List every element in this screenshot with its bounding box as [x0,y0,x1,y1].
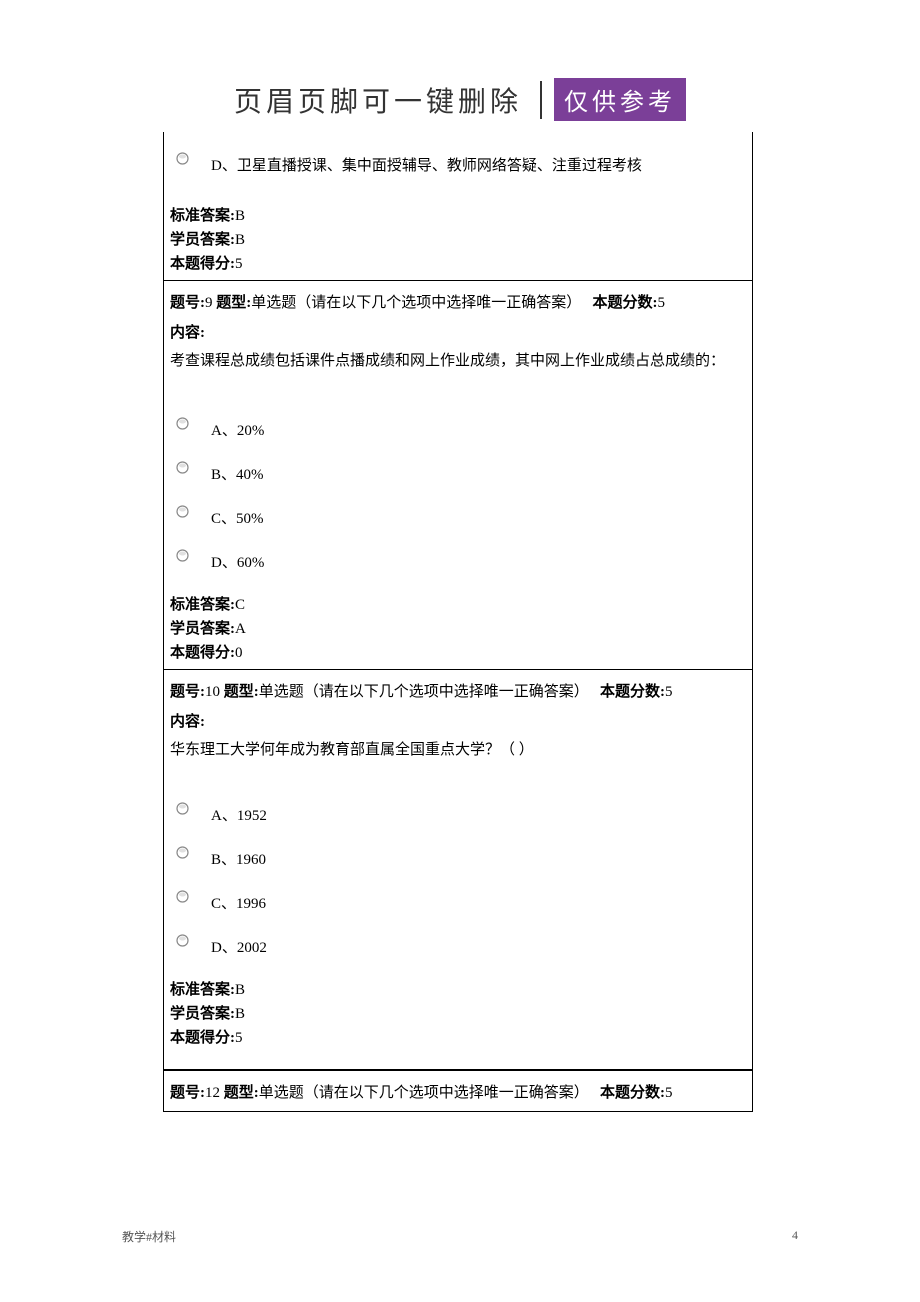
page-number: 4 [792,1228,798,1243]
q10-content-label: 内容: [168,706,748,736]
radio-icon[interactable] [176,846,189,859]
radio-icon[interactable] [176,934,189,947]
stu-answer-value: B [235,232,245,248]
q10-pts: 5 [665,684,673,700]
question-9: 题号:9 题型:单选题（请在以下几个选项中选择唯一正确答案） 本题分数:5 内容… [163,280,753,669]
question-12-partial: 题号:12 题型:单选题（请在以下几个选项中选择唯一正确答案） 本题分数:5 [163,1070,753,1112]
score-line: 本题得分:5 [168,252,748,276]
q9-std-val: C [235,597,245,613]
option-d-row: D、卫星直播授课、集中面授辅导、教师网络答疑、注重过程考核 [168,142,748,186]
q9-content: 考查课程总成绩包括课件点播成绩和网上作业成绩，其中网上作业成绩占总成绩的： [168,347,748,379]
q12-type-text: 单选题（请在以下几个选项中选择唯一正确答案） [259,1085,589,1101]
q10-type-text: 单选题（请在以下几个选项中选择唯一正确答案） [259,684,589,700]
q12-num: 12 [205,1085,220,1101]
q10-std-label: 标准答案: [170,982,235,998]
question-8-partial: D、卫星直播授课、集中面授辅导、教师网络答疑、注重过程考核 标准答案:B 学员答… [163,132,753,280]
radio-icon[interactable] [176,802,189,815]
q10-score-line: 本题得分:5 [168,1026,748,1050]
standard-answer-line: 标准答案:B [168,204,748,228]
spacer-row [163,1054,753,1070]
q10-num-label: 题号: [170,684,205,700]
footer-text: 教学#材料 [122,1228,176,1245]
question-12-header: 题号:12 题型:单选题（请在以下几个选项中选择唯一正确答案） 本题分数:5 [168,1077,748,1107]
q9-option-c-row: C、50% [168,495,748,539]
radio-icon[interactable] [176,461,189,474]
question-10-header: 题号:10 题型:单选题（请在以下几个选项中选择唯一正确答案） 本题分数:5 [168,676,748,706]
score-value: 5 [235,256,243,272]
q12-pts-label: 本题分数: [600,1085,665,1101]
q12-pts: 5 [665,1085,673,1101]
radio-icon[interactable] [176,417,189,430]
header-divider [540,81,542,119]
q10-score-val: 5 [235,1030,243,1046]
score-label: 本题得分: [170,256,235,272]
option-d-text: D、卫星直播授课、集中面授辅导、教师网络答疑、注重过程考核 [211,154,642,178]
radio-icon[interactable] [176,152,189,165]
q12-type-label: 题型: [224,1085,259,1101]
q9-score-label: 本题得分: [170,645,235,661]
radio-icon[interactable] [176,505,189,518]
q9-score-line: 本题得分:0 [168,641,748,665]
header-badge: 仅供参考 [554,78,686,121]
q10-option-b: B、1960 [211,848,266,872]
q9-std-line: 标准答案:C [168,593,748,617]
q9-num-label: 题号: [170,295,205,311]
q10-stu-label: 学员答案: [170,1006,235,1022]
q9-option-a-row: A、20% [168,407,748,451]
radio-icon[interactable] [176,549,189,562]
content-area: D、卫星直播授课、集中面授辅导、教师网络答疑、注重过程考核 标准答案:B 学员答… [163,132,753,1112]
q9-options: A、20% B、40% C、50% D、60% [168,379,748,593]
q9-option-a: A、20% [211,419,264,443]
q9-option-d: D、60% [211,551,264,575]
question-10: 题号:10 题型:单选题（请在以下几个选项中选择唯一正确答案） 本题分数:5 内… [163,669,753,1054]
q9-score-val: 0 [235,645,243,661]
q9-option-b: B、40% [211,463,264,487]
q10-option-a: A、1952 [211,804,267,828]
q12-num-label: 题号: [170,1085,205,1101]
q10-option-b-row: B、1960 [168,836,748,880]
header-title: 页眉页脚可一键删除 [234,80,522,120]
q10-option-a-row: A、1952 [168,792,748,836]
q10-std-line: 标准答案:B [168,978,748,1002]
q9-type-label: 题型: [216,295,251,311]
q9-stu-line: 学员答案:A [168,617,748,641]
q10-option-c-row: C、1996 [168,880,748,924]
q9-stu-val: A [235,621,246,637]
q10-std-val: B [235,982,245,998]
std-answer-value: B [235,208,245,224]
q10-option-d: D、2002 [211,936,267,960]
q10-num: 10 [205,684,220,700]
q9-option-b-row: B、40% [168,451,748,495]
q10-stu-val: B [235,1006,245,1022]
q9-option-d-row: D、60% [168,539,748,583]
q9-pts-label: 本题分数: [593,295,658,311]
q10-stu-line: 学员答案:B [168,1002,748,1026]
q10-options: A、1952 B、1960 C、1996 D、2002 [168,768,748,978]
q10-pts-label: 本题分数: [600,684,665,700]
std-answer-label: 标准答案: [170,208,235,224]
q9-stu-label: 学员答案: [170,621,235,637]
q10-score-label: 本题得分: [170,1030,235,1046]
q10-type-label: 题型: [224,684,259,700]
stu-answer-label: 学员答案: [170,232,235,248]
q9-pts: 5 [658,295,666,311]
q10-option-d-row: D、2002 [168,924,748,968]
student-answer-line: 学员答案:B [168,228,748,252]
q9-std-label: 标准答案: [170,597,235,613]
radio-icon[interactable] [176,890,189,903]
page-header: 页眉页脚可一键删除 仅供参考 [0,78,920,121]
q9-option-c: C、50% [211,507,264,531]
question-9-header: 题号:9 题型:单选题（请在以下几个选项中选择唯一正确答案） 本题分数:5 [168,287,748,317]
q10-content: 华东理工大学何年成为教育部直属全国重点大学？（ ） [168,736,748,768]
q9-type-text: 单选题（请在以下几个选项中选择唯一正确答案） [251,295,581,311]
q10-option-c: C、1996 [211,892,266,916]
q9-content-label: 内容: [168,317,748,347]
q9-num: 9 [205,295,213,311]
